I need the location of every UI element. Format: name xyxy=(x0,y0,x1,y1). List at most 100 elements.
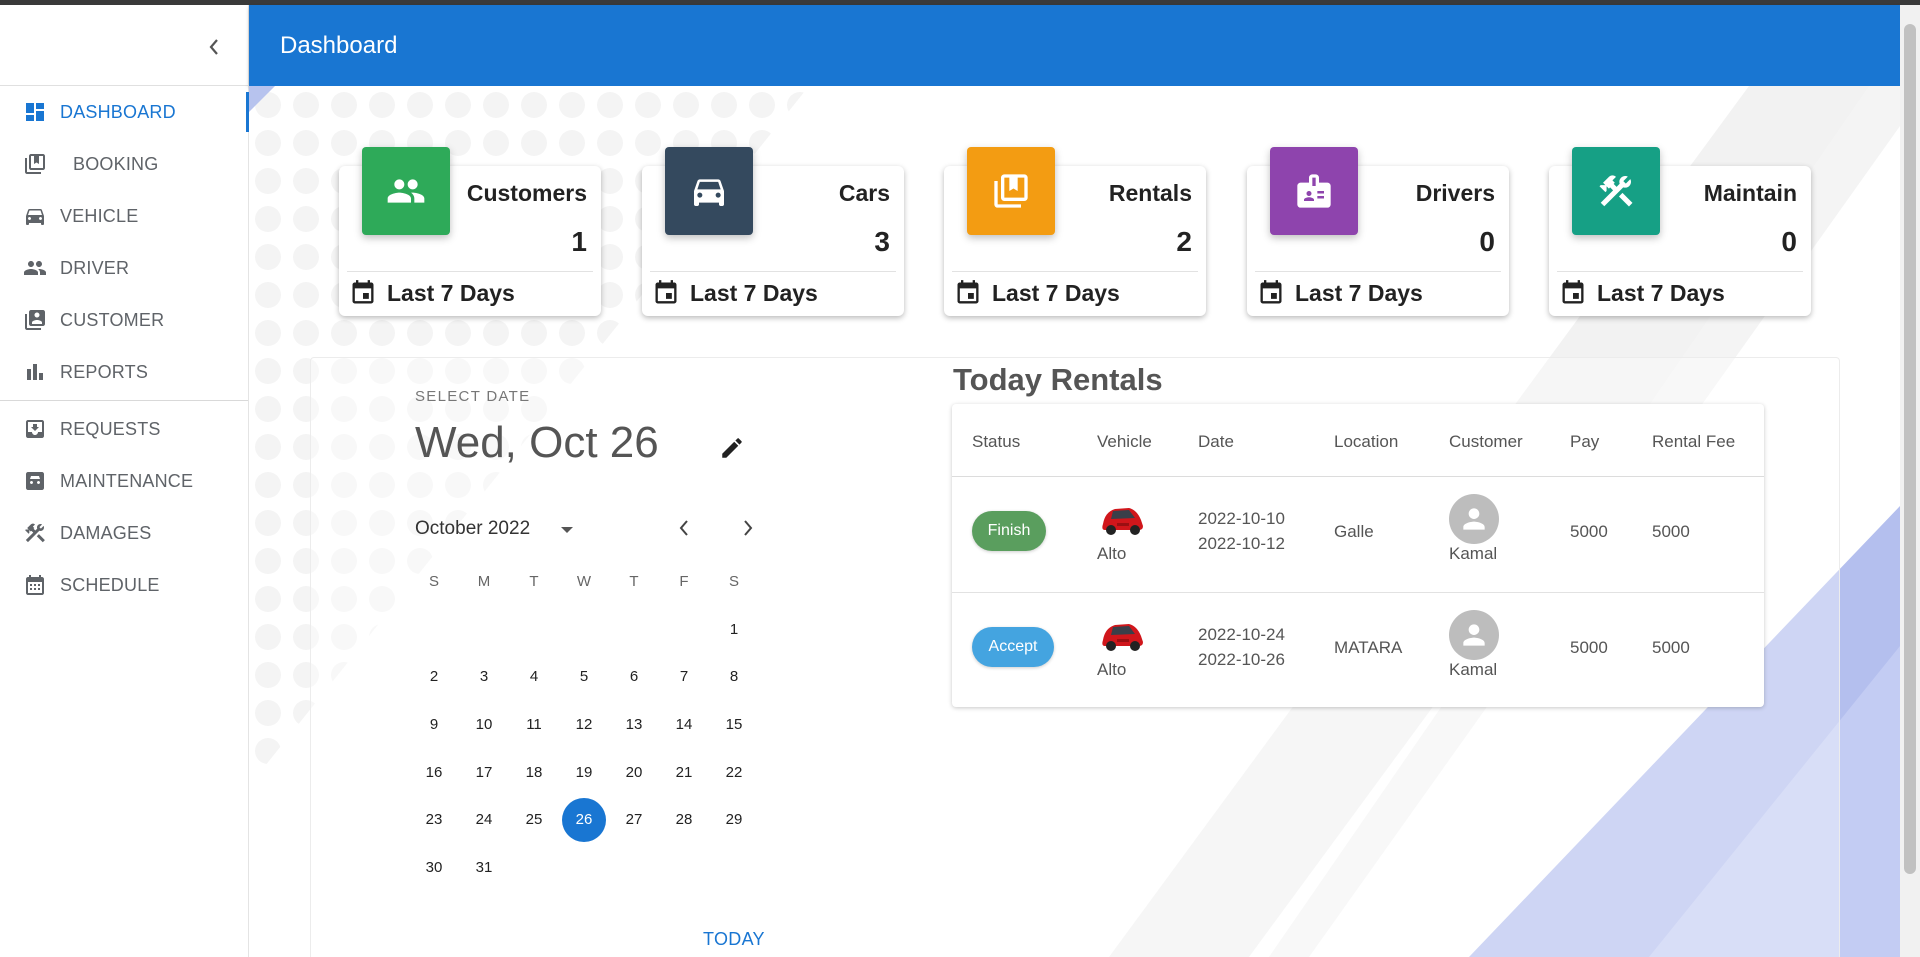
sidebar: DASHBOARD BOOKING VEHICLE DRIVER CUSTOME… xyxy=(0,5,249,957)
day-cell: 18 xyxy=(509,750,559,798)
inbox-download-icon xyxy=(22,416,48,442)
day-button[interactable]: 5 xyxy=(562,655,606,699)
weekday-label: W xyxy=(576,573,592,590)
event-icon xyxy=(957,280,979,304)
chevron-left-icon xyxy=(679,520,688,536)
card-footer: Last 7 Days xyxy=(954,276,1120,310)
day-button[interactable]: 17 xyxy=(462,750,506,794)
sidebar-item-vehicle[interactable]: VEHICLE xyxy=(0,190,248,242)
day-button[interactable]: 20 xyxy=(612,750,656,794)
status-badge-accept[interactable]: Accept xyxy=(972,627,1054,667)
scrollbar-thumb[interactable] xyxy=(1904,24,1916,874)
column-header-pay[interactable]: Pay xyxy=(1570,432,1599,452)
sidebar-item-label: BOOKING xyxy=(73,153,159,174)
day-button[interactable]: 29 xyxy=(712,798,756,842)
day-button[interactable]: 27 xyxy=(612,798,656,842)
day-button[interactable]: 19 xyxy=(562,750,606,794)
day-button[interactable]: 15 xyxy=(712,702,756,746)
sidebar-item-driver[interactable]: DRIVER xyxy=(0,242,248,294)
column-header-vehicle[interactable]: Vehicle xyxy=(1097,432,1152,452)
column-header-location[interactable]: Location xyxy=(1334,432,1398,452)
card-footer-label: Last 7 Days xyxy=(992,279,1120,306)
edit-date-button[interactable] xyxy=(716,432,748,464)
day-button[interactable]: 11 xyxy=(512,702,556,746)
day-button[interactable]: 28 xyxy=(662,798,706,842)
rentals-table: Status Vehicle Date Location Customer Pa… xyxy=(952,404,1764,707)
column-header-rental-fee[interactable]: Rental Fee xyxy=(1652,432,1735,452)
day-button[interactable]: 31 xyxy=(462,845,506,889)
day-button[interactable]: 23 xyxy=(412,798,456,842)
day-button[interactable]: 21 xyxy=(662,750,706,794)
day-button[interactable]: 25 xyxy=(512,798,556,842)
rental-fee: 5000 xyxy=(1652,638,1690,657)
sidebar-item-damages[interactable]: DAMAGES xyxy=(0,507,248,559)
day-grid: 1 2 3 4 5 6 7 8 9 10 11 12 13 14 15 16 17 18 19 20 21 22 23 24 2… xyxy=(409,607,759,893)
today-rentals-title: Today Rentals xyxy=(953,362,1163,397)
day-button[interactable]: 10 xyxy=(462,702,506,746)
day-button[interactable]: 13 xyxy=(612,702,656,746)
day-cell: 8 xyxy=(709,655,759,703)
day-button[interactable]: 30 xyxy=(412,845,456,889)
sidebar-item-customer[interactable]: CUSTOMER xyxy=(0,294,248,346)
tools-icon xyxy=(1599,175,1633,207)
column-header-status[interactable]: Status xyxy=(972,432,1020,452)
day-button[interactable]: 3 xyxy=(462,655,506,699)
collapse-sidebar-button[interactable] xyxy=(200,33,228,61)
status-badge-finish[interactable]: Finish xyxy=(972,511,1046,551)
day-button[interactable]: 6 xyxy=(612,655,656,699)
card-divider xyxy=(1255,271,1501,272)
sidebar-item-booking[interactable]: BOOKING xyxy=(0,138,248,190)
day-button[interactable]: 12 xyxy=(562,702,606,746)
day-button[interactable]: 9 xyxy=(412,702,456,746)
vehicle-name: Alto xyxy=(1097,660,1127,679)
stat-card-cars[interactable]: Cars 3 Last 7 Days xyxy=(642,147,904,316)
library-books-icon xyxy=(22,151,48,177)
month-dropdown-button[interactable] xyxy=(560,522,574,540)
day-button[interactable]: 14 xyxy=(662,702,706,746)
red-car-image xyxy=(1097,610,1147,656)
sidebar-item-maintenance[interactable]: MAINTENANCE xyxy=(0,455,248,507)
sidebar-item-reports[interactable]: REPORTS xyxy=(0,346,248,398)
day-cell: 19 xyxy=(559,750,609,798)
day-cell: 16 xyxy=(409,750,459,798)
stat-card-customers[interactable]: Customers 1 Last 7 Days xyxy=(339,147,601,316)
date-picker-header: SELECT DATE Wed, Oct 26 xyxy=(415,388,775,467)
sidebar-item-label: SCHEDULE xyxy=(60,574,160,595)
stat-card-drivers[interactable]: Drivers 0 Last 7 Days xyxy=(1247,147,1509,316)
day-cell: 7 xyxy=(659,655,709,703)
event-icon xyxy=(655,280,677,304)
day-button[interactable]: 7 xyxy=(662,655,706,699)
sidebar-item-dashboard[interactable]: DASHBOARD xyxy=(0,86,249,138)
selected-day-button[interactable]: 26 xyxy=(562,797,606,842)
month-year-label[interactable]: October 2022 xyxy=(415,518,530,540)
today-button[interactable]: TODAY xyxy=(703,929,765,950)
day-button[interactable]: 8 xyxy=(712,655,756,699)
day-button[interactable]: 1 xyxy=(712,607,756,651)
day-cell: 28 xyxy=(659,798,709,846)
next-month-button[interactable] xyxy=(733,513,763,543)
day-cell: 2 xyxy=(409,655,459,703)
stat-card-rentals[interactable]: Rentals 2 Last 7 Days xyxy=(944,147,1206,316)
sidebar-item-requests[interactable]: REQUESTS xyxy=(0,403,248,455)
column-header-customer[interactable]: Customer xyxy=(1449,432,1523,452)
day-button[interactable]: 22 xyxy=(712,750,756,794)
rental-fee: 5000 xyxy=(1652,522,1690,541)
day-button[interactable]: 4 xyxy=(512,655,556,699)
weekday-label: M xyxy=(477,573,491,590)
stat-card-maintain[interactable]: Maintain 0 Last 7 Days xyxy=(1549,147,1811,316)
day-cell: 22 xyxy=(709,750,759,798)
card-footer: Last 7 Days xyxy=(349,276,515,310)
day-button[interactable]: 18 xyxy=(512,750,556,794)
sidebar-item-schedule[interactable]: SCHEDULE xyxy=(0,559,248,611)
day-button[interactable]: 16 xyxy=(412,750,456,794)
row-divider xyxy=(952,592,1764,593)
day-cell: 23 xyxy=(409,798,459,846)
pencil-icon xyxy=(722,438,742,458)
day-button[interactable]: 24 xyxy=(462,798,506,842)
rental-start-date: 2022-10-10 xyxy=(1198,509,1285,528)
table-header-divider xyxy=(952,476,1764,477)
card-title: Customers xyxy=(466,180,587,206)
day-button[interactable]: 2 xyxy=(412,655,456,699)
previous-month-button[interactable] xyxy=(669,513,699,543)
column-header-date[interactable]: Date xyxy=(1198,432,1234,452)
